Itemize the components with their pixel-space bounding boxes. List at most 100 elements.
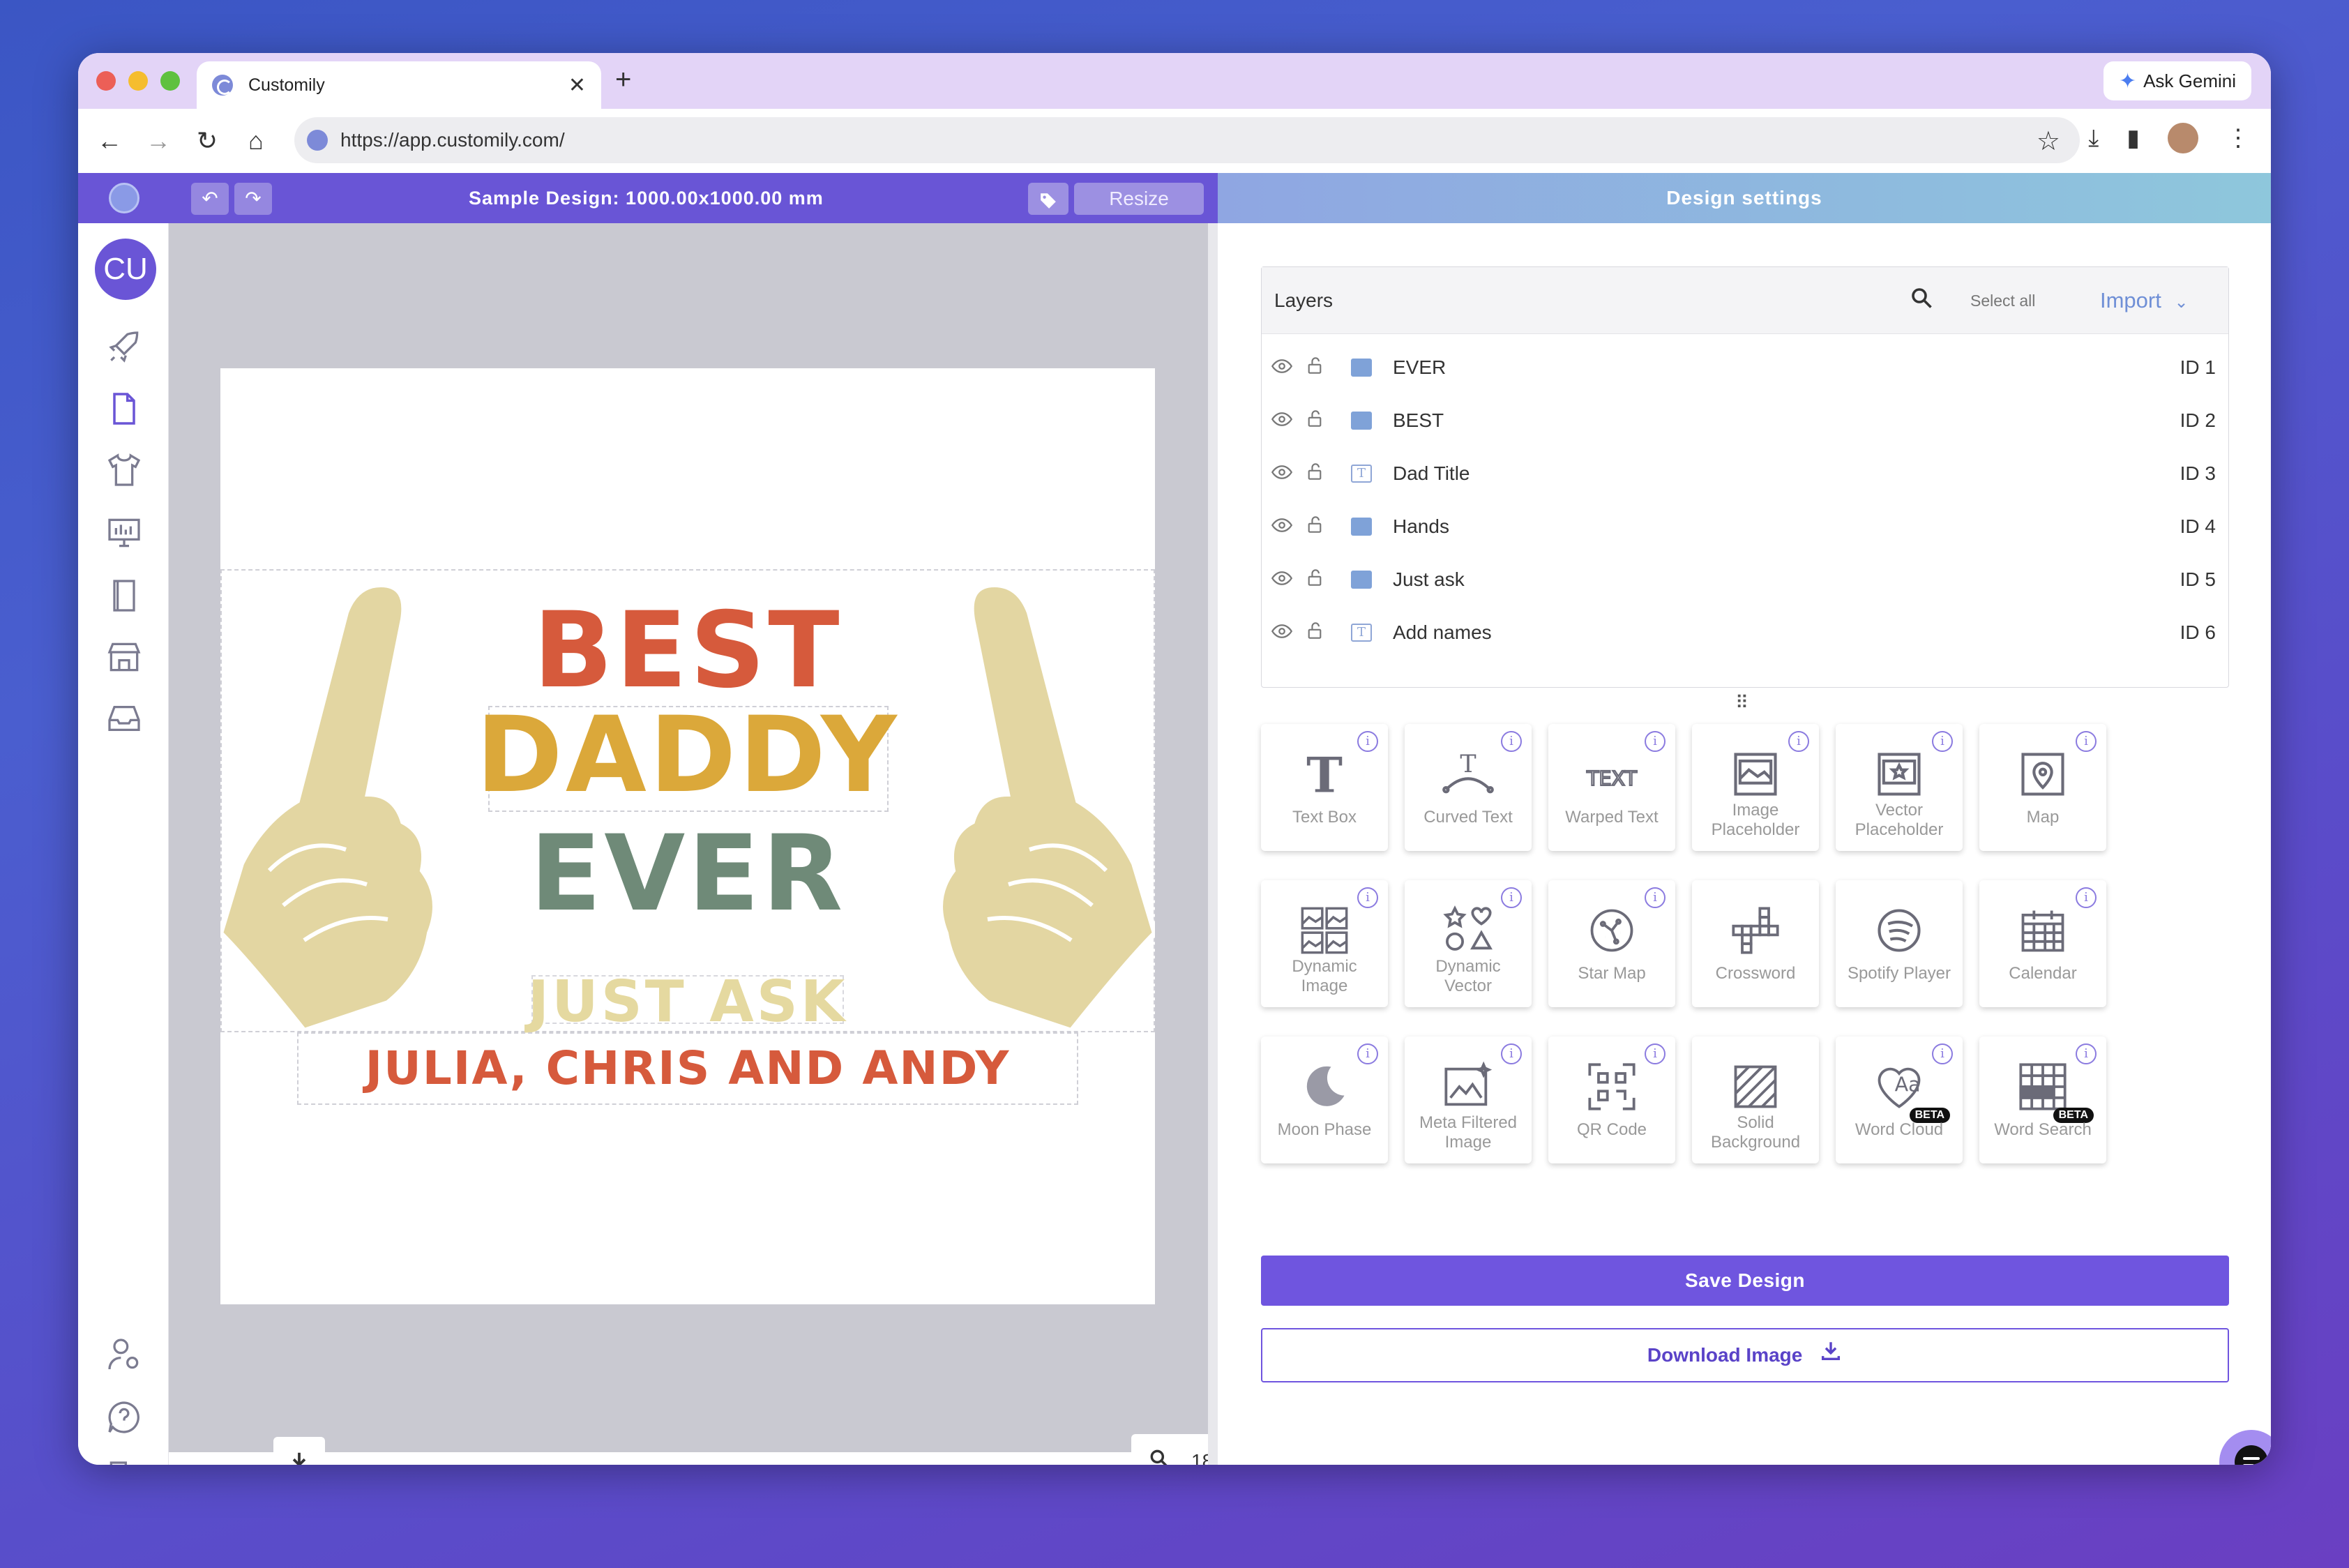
tag-button[interactable]: [1028, 183, 1068, 215]
tool-map[interactable]: i Map: [1979, 724, 2106, 851]
maximize-window-button[interactable]: [160, 71, 180, 91]
canvas-download-button[interactable]: [273, 1437, 325, 1465]
new-tab-button[interactable]: +: [615, 64, 631, 96]
unlock-icon[interactable]: [1306, 621, 1323, 644]
logout-icon[interactable]: [105, 1458, 144, 1465]
close-window-button[interactable]: [96, 71, 116, 91]
unlock-icon[interactable]: [1306, 462, 1323, 485]
tool-solid-background[interactable]: Solid Background: [1692, 1036, 1819, 1163]
tshirt-icon[interactable]: [105, 451, 144, 490]
app-header: ↶ ↷ Sample Design: 1000.00x1000.00 mm Re…: [78, 173, 2271, 223]
tool-dynamic-image[interactable]: i Dynamic Image: [1261, 880, 1388, 1007]
tool-word-search[interactable]: i BETA Word Search: [1979, 1036, 2106, 1163]
profile-avatar[interactable]: [2168, 123, 2198, 153]
text-box-icon: T: [1261, 745, 1388, 804]
browser-window: Customily ✕ + ✦ Ask Gemini ← → ↻ ⌂ https…: [78, 53, 2271, 1465]
unlock-icon[interactable]: [1306, 568, 1323, 591]
url-bar[interactable]: https://app.customily.com/ ☆: [294, 117, 2080, 163]
unlock-icon[interactable]: [1306, 356, 1323, 379]
just-ask-text[interactable]: JUST ASK: [220, 974, 1155, 1031]
monitor-icon[interactable]: [105, 513, 144, 552]
bookmark-star-icon[interactable]: ☆: [2037, 126, 2060, 157]
minimize-window-button[interactable]: [128, 71, 148, 91]
layers-search-icon[interactable]: [1909, 285, 1934, 317]
help-icon[interactable]: [105, 1398, 144, 1437]
tool-word-cloud[interactable]: i Aa BETA Word Cloud: [1836, 1036, 1963, 1163]
tool-calendar[interactable]: i Calendar: [1979, 880, 2106, 1007]
document-icon[interactable]: [105, 389, 144, 428]
visibility-eye-icon[interactable]: [1271, 622, 1293, 644]
layer-row[interactable]: T Add names ID 6: [1262, 606, 2228, 659]
tool-qr-code[interactable]: i QR Code: [1548, 1036, 1675, 1163]
customily-logo-icon[interactable]: [109, 183, 139, 213]
layer-row[interactable]: BEST ID 2: [1262, 394, 2228, 447]
panel-divider[interactable]: [1208, 223, 1218, 1465]
chat-support-button[interactable]: [2219, 1430, 2271, 1465]
tool-spotify-player[interactable]: Spotify Player: [1836, 880, 1963, 1007]
tool-text-box[interactable]: i T Text Box: [1261, 724, 1388, 851]
redo-button[interactable]: ↷: [234, 183, 272, 215]
reload-icon[interactable]: ↻: [183, 126, 232, 156]
visibility-eye-icon[interactable]: [1271, 569, 1293, 591]
layer-row[interactable]: EVER ID 1: [1262, 341, 2228, 394]
forward-arrow-icon[interactable]: →: [134, 126, 183, 156]
download-image-button[interactable]: Download Image: [1261, 1328, 2229, 1382]
layer-row[interactable]: T Dad Title ID 3: [1262, 447, 2228, 500]
tool-label: Meta Filtered Image: [1419, 1113, 1518, 1152]
tool-curved-text[interactable]: i T Curved Text: [1405, 724, 1532, 851]
user-settings-icon[interactable]: [105, 1335, 144, 1374]
best-text[interactable]: BEST: [220, 598, 1155, 703]
tool-star-map[interactable]: i Star Map: [1548, 880, 1675, 1007]
back-arrow-icon[interactable]: ←: [85, 126, 134, 156]
visibility-eye-icon[interactable]: [1271, 410, 1293, 432]
browser-menu-icon[interactable]: ⋮: [2226, 124, 2250, 152]
tool-image-placeholder[interactable]: i Image Placeholder: [1692, 724, 1819, 851]
tool-meta-filtered-image[interactable]: i Meta Filtered Image: [1405, 1036, 1532, 1163]
visibility-eye-icon[interactable]: [1271, 357, 1293, 379]
resize-button[interactable]: Resize: [1074, 183, 1204, 215]
daddy-text[interactable]: DADDY: [220, 703, 1155, 808]
download-icon: [1819, 1331, 1843, 1382]
names-text[interactable]: JULIA, CHRIS AND ANDY: [365, 1041, 1011, 1095]
user-avatar[interactable]: CU: [95, 239, 156, 300]
tool-warped-text[interactable]: i TEXT Warped Text: [1548, 724, 1675, 851]
home-icon[interactable]: ⌂: [232, 126, 280, 156]
unlock-icon[interactable]: [1306, 515, 1323, 538]
site-favicon-icon: [307, 130, 328, 151]
browser-tab[interactable]: Customily ✕: [197, 61, 601, 109]
resize-grip-icon[interactable]: ⠿: [1735, 692, 1748, 714]
unlock-icon[interactable]: [1306, 409, 1323, 432]
url-text[interactable]: https://app.customily.com/: [340, 129, 565, 151]
tool-vector-placeholder[interactable]: i Vector Placeholder: [1836, 724, 1963, 851]
customily-favicon-icon: [212, 75, 233, 96]
layer-id: ID 4: [2180, 515, 2216, 537]
book-icon[interactable]: [105, 576, 144, 615]
layer-id: ID 1: [2180, 356, 2216, 378]
layer-row[interactable]: Just ask ID 5: [1262, 553, 2228, 606]
names-text-box[interactable]: JULIA, CHRIS AND ANDY: [297, 1032, 1078, 1105]
tool-crossword[interactable]: Crossword: [1692, 880, 1819, 1007]
save-design-button[interactable]: Save Design: [1261, 1256, 2229, 1306]
tab-close-icon[interactable]: ✕: [568, 73, 586, 98]
select-all-button[interactable]: Select all: [1970, 267, 2035, 334]
ever-text[interactable]: EVER: [220, 822, 1155, 926]
rocket-icon[interactable]: [105, 328, 144, 367]
undo-button[interactable]: ↶: [191, 183, 229, 215]
store-icon[interactable]: [105, 638, 144, 677]
design-canvas-area[interactable]: BEST DADDY EVER JUST ASK JULIA, CHRIS AN…: [169, 223, 1269, 1465]
tool-moon-phase[interactable]: i Moon Phase: [1261, 1036, 1388, 1163]
side-panel-icon[interactable]: ▮: [2127, 124, 2140, 152]
visibility-eye-icon[interactable]: [1271, 463, 1293, 485]
ask-gemini-label: Ask Gemini: [2143, 70, 2236, 91]
layer-row[interactable]: Hands ID 4: [1262, 500, 2228, 553]
vector-placeholder-icon: [1836, 745, 1963, 804]
inbox-icon[interactable]: [105, 699, 144, 738]
svg-text:T: T: [1306, 748, 1343, 801]
tool-label: Vector Placeholder: [1855, 801, 1944, 839]
tool-dynamic-vector[interactable]: i Dynamic Vector: [1405, 880, 1532, 1007]
import-dropdown[interactable]: Import ⌄: [2100, 267, 2189, 336]
downloads-icon[interactable]: ⤓: [2088, 125, 2099, 152]
visibility-eye-icon[interactable]: [1271, 516, 1293, 538]
artboard[interactable]: BEST DADDY EVER JUST ASK JULIA, CHRIS AN…: [220, 368, 1155, 1304]
ask-gemini-button[interactable]: ✦ Ask Gemini: [2103, 61, 2251, 100]
